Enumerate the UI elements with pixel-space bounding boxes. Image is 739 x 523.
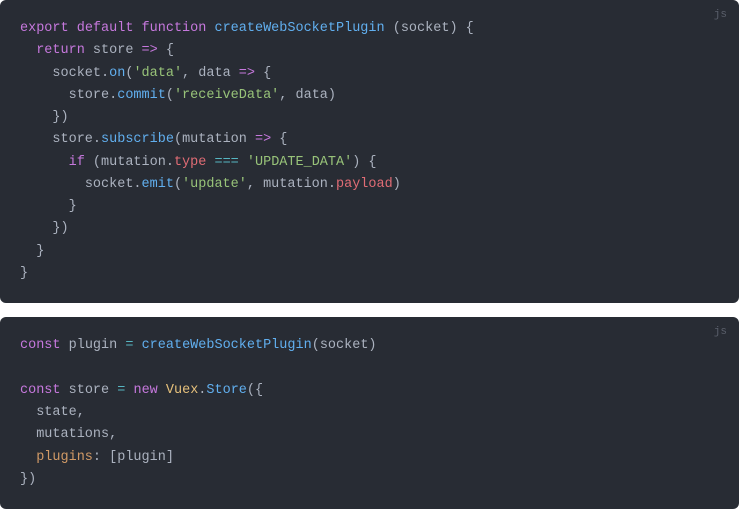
class-name: Vuex — [166, 383, 198, 398]
method-call: emit — [142, 177, 174, 192]
string: 'UPDATE_DATA' — [247, 155, 352, 170]
keyword-const: const — [20, 338, 61, 353]
identifier: store — [93, 43, 134, 58]
keyword-new: new — [133, 383, 157, 398]
keyword-return: return — [36, 43, 85, 58]
arrow: => — [142, 43, 158, 58]
param: socket — [401, 21, 450, 36]
punct: ( — [93, 155, 101, 170]
code-block-1: js export default function createWebSock… — [0, 0, 739, 303]
punct: ( — [312, 338, 320, 353]
method-call: on — [109, 66, 125, 81]
string: 'receiveData' — [174, 88, 279, 103]
punct: }) — [52, 221, 68, 236]
punct: ({ — [247, 383, 263, 398]
punct: { — [279, 132, 287, 147]
property: plugins — [36, 450, 93, 465]
identifier: store — [52, 132, 93, 147]
string: 'data' — [133, 66, 182, 81]
keyword-export: export — [20, 21, 69, 36]
param: data — [198, 66, 230, 81]
identifier: mutation — [101, 155, 166, 170]
identifier: socket — [52, 66, 101, 81]
identifier: mutation — [263, 177, 328, 192]
arrow: => — [255, 132, 271, 147]
punct: ( — [174, 132, 182, 147]
keyword-default: default — [77, 21, 134, 36]
identifier: store — [69, 88, 110, 103]
identifier: plugin — [117, 450, 166, 465]
punct: ) — [393, 177, 401, 192]
punct: ( — [393, 21, 401, 36]
punct: ) { — [352, 155, 376, 170]
property: state — [36, 405, 77, 420]
method-call: commit — [117, 88, 166, 103]
identifier: socket — [320, 338, 369, 353]
operator: === — [214, 155, 238, 170]
operator: = — [125, 338, 133, 353]
punct: { — [166, 43, 174, 58]
punct: { — [263, 66, 271, 81]
punct: }) — [20, 472, 36, 487]
property: payload — [336, 177, 393, 192]
function-name: createWebSocketPlugin — [214, 21, 384, 36]
identifier: store — [69, 383, 110, 398]
param: mutation — [182, 132, 247, 147]
punct: ) { — [449, 21, 473, 36]
punct: , — [182, 66, 190, 81]
punct: : [ — [93, 450, 117, 465]
punct: , — [77, 405, 85, 420]
punct: }) — [52, 110, 68, 125]
punct: , — [247, 177, 255, 192]
keyword-const: const — [20, 383, 61, 398]
punct: ) — [328, 88, 336, 103]
property: type — [174, 155, 206, 170]
punct: } — [36, 244, 44, 259]
property: mutations — [36, 427, 109, 442]
keyword-function: function — [142, 21, 207, 36]
language-label: js — [714, 323, 727, 341]
constructor-call: Store — [206, 383, 247, 398]
punct: ) — [368, 338, 376, 353]
punct: . — [328, 177, 336, 192]
string: 'update' — [182, 177, 247, 192]
punct: . — [101, 66, 109, 81]
operator: = — [117, 383, 125, 398]
identifier: socket — [85, 177, 134, 192]
arrow: => — [239, 66, 255, 81]
language-label: js — [714, 6, 727, 24]
punct: . — [133, 177, 141, 192]
code-content: const plugin = createWebSocketPlugin(soc… — [20, 335, 719, 491]
punct: ( — [166, 88, 174, 103]
method-call: subscribe — [101, 132, 174, 147]
punct: ( — [174, 177, 182, 192]
punct: } — [20, 266, 28, 281]
keyword-if: if — [69, 155, 85, 170]
punct: , — [279, 88, 287, 103]
punct: , — [109, 427, 117, 442]
function-call: createWebSocketPlugin — [142, 338, 312, 353]
identifier: plugin — [69, 338, 118, 353]
punct: } — [69, 199, 77, 214]
punct: . — [166, 155, 174, 170]
punct: ] — [166, 450, 174, 465]
code-block-2: js const plugin = createWebSocketPlugin(… — [0, 317, 739, 509]
code-content: export default function createWebSocketP… — [20, 18, 719, 285]
punct: . — [93, 132, 101, 147]
identifier: data — [296, 88, 328, 103]
